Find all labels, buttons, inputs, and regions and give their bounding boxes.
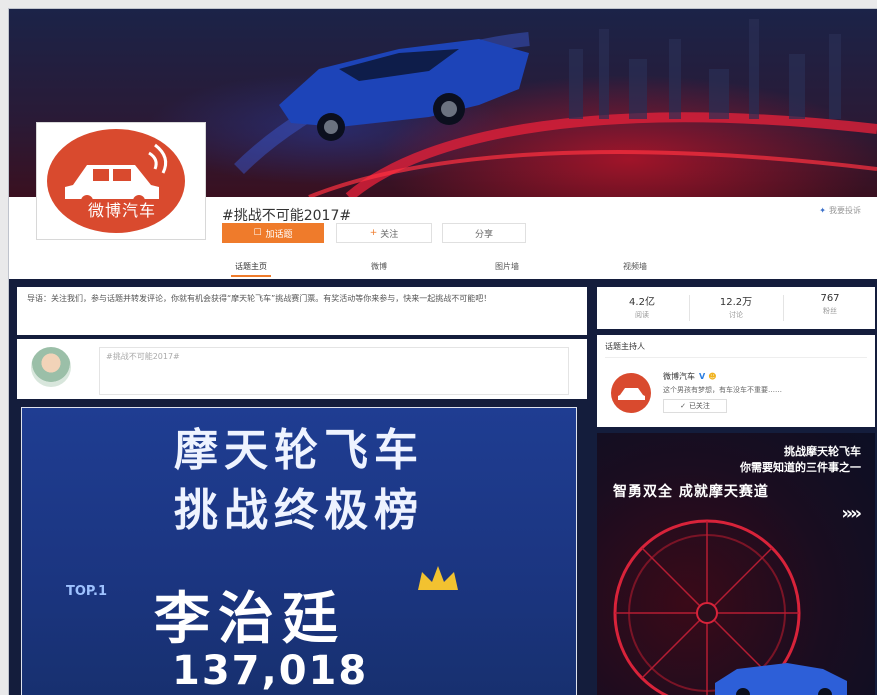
ferris-wheel-ad[interactable]: 挑战摩天轮飞车 你需要知道的三件事之一 智勇双全 成就摩天赛道 ›››› <box>597 433 875 695</box>
tab-image-wall[interactable]: 图片墙 <box>495 261 519 272</box>
compose-box: #挑战不可能2017# <box>17 339 587 399</box>
brand-logo-text: 微博汽车 <box>87 201 156 220</box>
stat-reads: 4.2亿 阅读 <box>597 293 687 320</box>
verified-icon: V <box>699 372 706 381</box>
join-topic-label: 加话题 <box>265 229 293 240</box>
winner-name: 李治廷 <box>154 587 346 652</box>
host-section-title: 话题主持人 <box>605 342 645 351</box>
report-label: 我要投诉 <box>829 206 861 215</box>
crown-icon <box>418 566 458 590</box>
post-icon: ☐ <box>253 228 262 238</box>
share-label: 分享 <box>474 229 493 240</box>
host-followed-label: 已关注 <box>688 402 710 410</box>
tab-weibo[interactable]: 微博 <box>371 261 387 272</box>
tab-topic-home[interactable]: 话题主页 <box>231 261 271 277</box>
host-name-row[interactable]: 微博汽车 V ☻ <box>663 371 717 382</box>
poster-subheadline: 挑战终极榜 <box>174 485 424 536</box>
follow-button[interactable]: + 关注 <box>336 223 432 243</box>
emoji-icon: ☻ <box>708 372 717 381</box>
stat-discussions: 12.2万 讨论 <box>691 293 781 320</box>
compose-placeholder: #挑战不可能2017# <box>106 352 180 361</box>
stat-label: 讨论 <box>729 311 743 319</box>
host-description: 这个男孩有梦想，有车没车不重要…… <box>663 386 782 394</box>
join-topic-button[interactable]: ☐ 加话题 <box>222 223 324 243</box>
stat-divider <box>689 295 690 321</box>
topic-intro: 导语：关注我们，参与话题并转发评论，你就有机会获得“摩天轮飞车”挑战赛门票。有奖… <box>17 287 587 335</box>
follow-label: 关注 <box>380 229 399 240</box>
winner-score: 137,018 <box>172 648 369 694</box>
leaderboard-poster[interactable]: 摩天轮飞车 挑战终极榜 TOP.1 李治廷 137,018 <box>21 407 577 695</box>
topic-tabs: 话题主页 微博 图片墙 视频墙 <box>9 257 877 279</box>
car-icon <box>65 143 168 207</box>
report-icon: ✦ <box>819 206 826 215</box>
share-button[interactable]: 分享 <box>442 223 526 243</box>
tab-video-wall[interactable]: 视频墙 <box>623 261 647 272</box>
topic-host-card: 话题主持人 微博汽车 V ☻ 这个男孩有梦想，有车没车不重要…… ✓ 已关注 <box>597 335 875 427</box>
host-followed-button[interactable]: ✓ 已关注 <box>663 399 727 413</box>
stat-fans: 767 粉丝 <box>785 293 875 316</box>
host-name: 微博汽车 <box>663 372 695 381</box>
rank-label: TOP.1 <box>66 584 108 599</box>
stat-value: 12.2万 <box>719 297 753 308</box>
poster-headline: 摩天轮飞车 <box>174 425 424 476</box>
topic-page: 微博汽车 #挑战不可能2017# ☐ 加话题 + 关注 分享 ✦ 我要投诉 话题主… <box>8 8 877 695</box>
stat-value: 767 <box>820 293 840 304</box>
compose-input[interactable]: #挑战不可能2017# <box>99 347 569 395</box>
plus-icon: + <box>369 228 378 238</box>
topic-stats: 4.2亿 阅读 12.2万 讨论 767 粉丝 <box>597 287 875 329</box>
ad-line-2: 你需要知道的三件事之一 <box>740 461 861 474</box>
check-icon: ✓ <box>680 402 686 410</box>
ad-headline: 智勇双全 成就摩天赛道 <box>613 484 769 500</box>
divider <box>605 357 867 358</box>
car-illustration <box>279 39 529 141</box>
car-illustration <box>715 663 847 695</box>
stat-divider <box>783 295 784 321</box>
report-link[interactable]: ✦ 我要投诉 <box>819 205 861 216</box>
stat-label: 阅读 <box>635 311 649 319</box>
arrow-right-icon: ›››› <box>841 503 862 524</box>
stat-value: 4.2亿 <box>629 297 655 308</box>
topic-title: #挑战不可能2017# <box>222 208 352 224</box>
stat-label: 粉丝 <box>823 307 837 315</box>
user-avatar[interactable] <box>31 347 71 387</box>
intro-text: 导语：关注我们，参与话题并转发评论，你就有机会获得“摩天轮飞车”挑战赛门票。有奖… <box>27 294 492 303</box>
topic-avatar[interactable]: 微博汽车 <box>36 122 206 240</box>
host-avatar[interactable] <box>611 373 651 413</box>
car-icon <box>618 388 645 400</box>
ad-line-1: 挑战摩天轮飞车 <box>784 445 861 458</box>
